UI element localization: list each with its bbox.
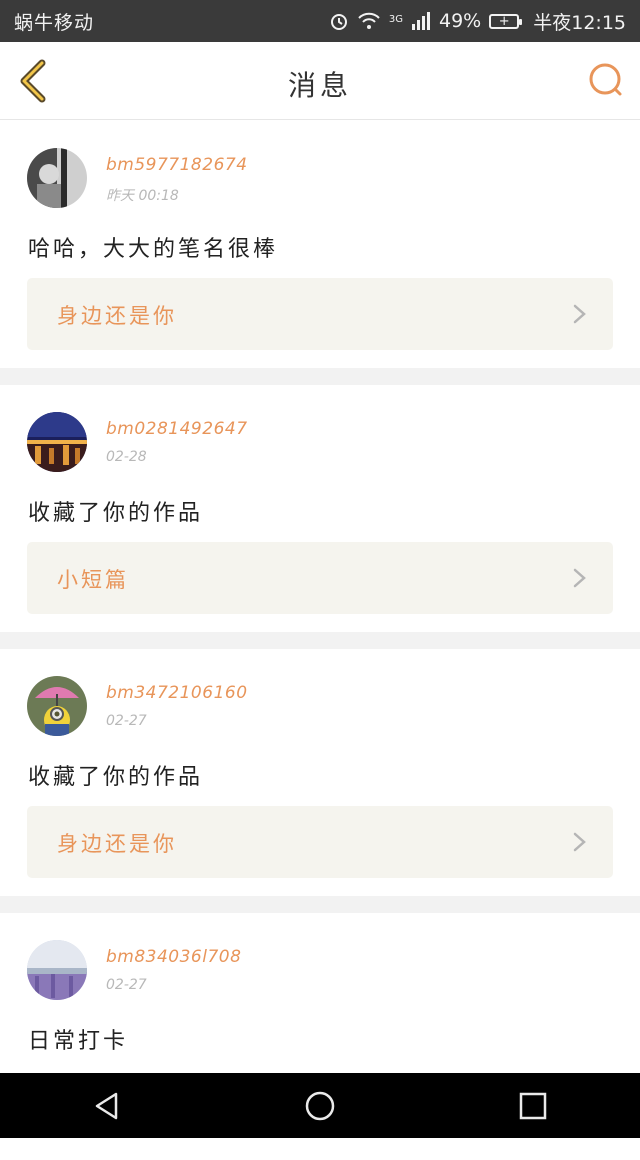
alarm-icon — [329, 11, 349, 31]
username[interactable]: bm3472106160 — [106, 683, 248, 703]
timestamp: 02-27 — [106, 713, 147, 729]
message-text: 收藏了你的作品 — [28, 765, 204, 790]
message-text: 日常打卡 — [28, 1029, 129, 1054]
message-text: 哈哈，大大的笔名很棒 — [28, 237, 279, 262]
timestamp: 02-27 — [106, 977, 147, 993]
clock-time: 半夜12:15 — [533, 11, 626, 34]
square-recents-icon — [520, 1092, 547, 1119]
avatar[interactable] — [27, 676, 87, 736]
work-link[interactable]: 小短篇 — [27, 542, 613, 614]
nav-home-button[interactable] — [290, 1076, 350, 1136]
work-link[interactable]: 身边还是你 — [27, 806, 613, 878]
timestamp: 02-28 — [106, 449, 147, 465]
circle-home-icon — [305, 1091, 335, 1120]
page-title: 消息 — [287, 69, 352, 102]
nav-recents-button[interactable] — [503, 1076, 563, 1136]
work-title: 身边还是你 — [57, 832, 177, 856]
avatar[interactable] — [27, 940, 87, 1000]
search-icon — [589, 63, 622, 96]
signal-icon — [411, 12, 431, 30]
nav-back-button[interactable] — [77, 1076, 137, 1136]
battery-icon: + — [489, 13, 523, 29]
avatar[interactable] — [27, 148, 87, 208]
wifi-icon — [357, 12, 381, 30]
divider — [0, 368, 640, 385]
username[interactable]: bm0281492647 — [106, 419, 248, 439]
message-card: bm3472106160 02-27 收藏了你的作品 身边还是你 — [0, 649, 640, 896]
chevron-right-icon — [573, 568, 586, 588]
username[interactable]: bm834036l708 — [106, 947, 241, 967]
username[interactable]: bm5977182674 — [106, 155, 248, 175]
work-link[interactable]: 身边还是你 — [27, 278, 613, 350]
work-title: 身边还是你 — [57, 304, 177, 328]
status-bar: 蜗牛移动 3G 49% + 半夜12:15 — [0, 0, 640, 42]
message-list: bm5977182674 昨天 00:18 哈哈，大大的笔名很棒 身边还是你 b — [0, 121, 640, 1160]
work-title: 小短篇 — [57, 568, 129, 592]
chevron-right-icon — [573, 832, 586, 852]
app-header: 消息 — [0, 42, 640, 120]
triangle-back-icon — [95, 1092, 117, 1119]
avatar[interactable] — [27, 412, 87, 472]
chevron-right-icon — [573, 304, 586, 324]
divider — [0, 632, 640, 649]
battery-percent: 49% — [439, 10, 482, 32]
message-card: bm5977182674 昨天 00:18 哈哈，大大的笔名很棒 身边还是你 — [0, 121, 640, 368]
carrier-name: 蜗牛移动 — [14, 11, 95, 34]
message-text: 收藏了你的作品 — [28, 501, 204, 526]
divider — [0, 896, 640, 913]
message-card: bm0281492647 02-28 收藏了你的作品 小短篇 — [0, 385, 640, 632]
network-type: 3G — [388, 13, 403, 25]
search-button[interactable] — [586, 60, 626, 100]
system-nav-bar — [0, 1073, 640, 1138]
timestamp: 昨天 00:18 — [106, 188, 179, 204]
